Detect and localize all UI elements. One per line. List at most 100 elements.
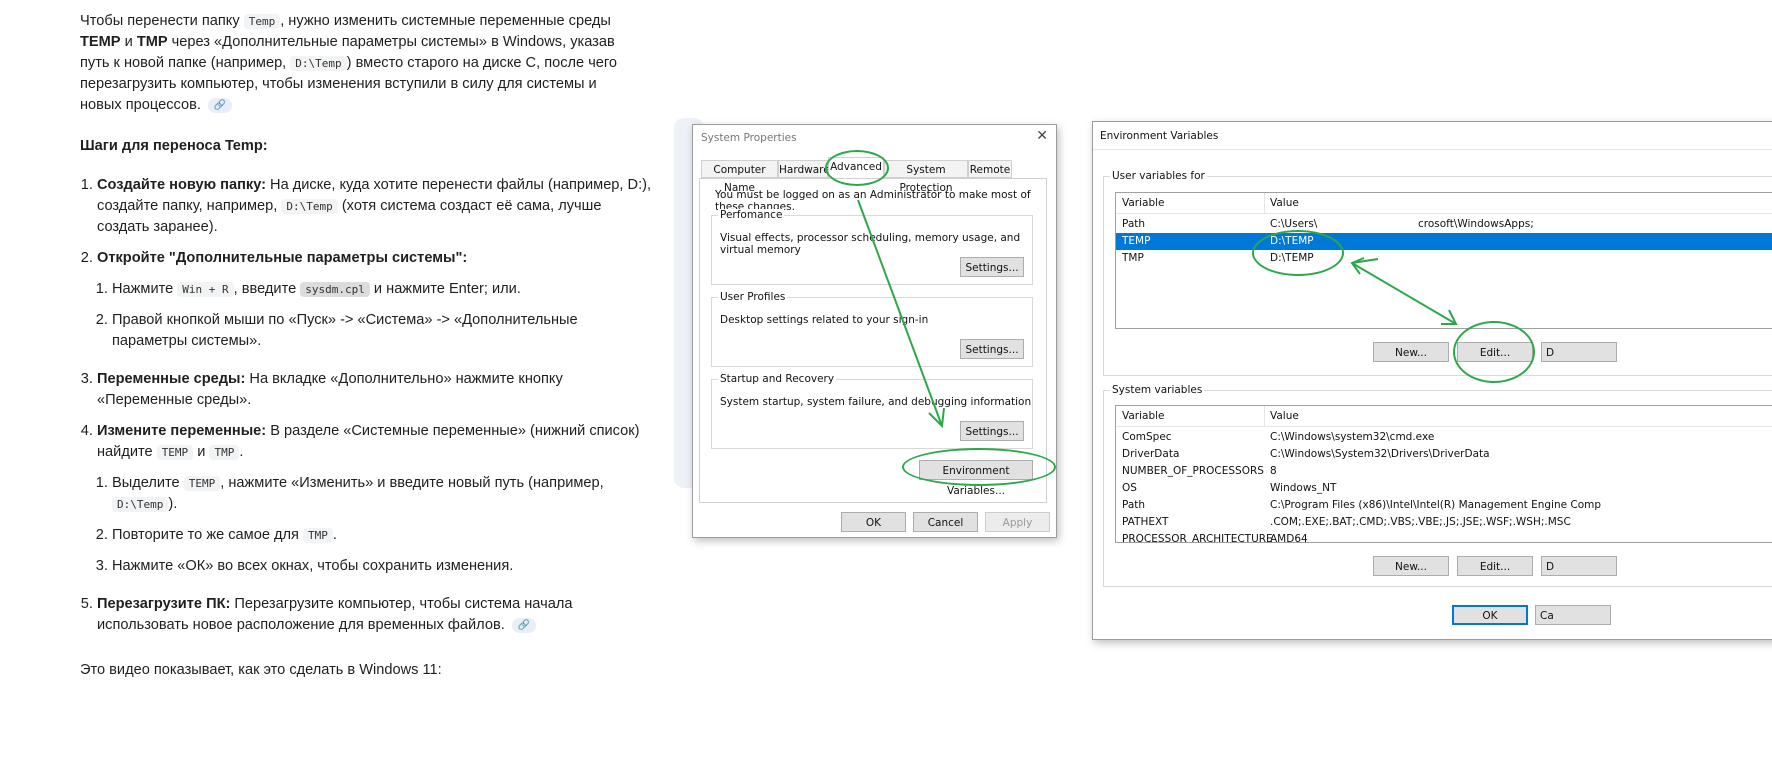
substep: Правой кнопкой мыши по «Пуск» -> «Систем… <box>112 310 652 352</box>
profiles-settings-button[interactable]: Settings... <box>960 339 1024 359</box>
group-description: Visual effects, processor scheduling, me… <box>720 232 1021 256</box>
tab-remote[interactable]: Remote <box>968 160 1012 178</box>
highlight-ellipse-advanced-tab <box>825 150 889 186</box>
dialog-title: Environment Variables <box>1100 130 1219 142</box>
bold-text: TEMP <box>80 34 121 50</box>
step-5: Перезагрузите ПК: Перезагрузите компьюте… <box>97 594 652 636</box>
var-value: crosoft\WindowsApps; <box>1418 218 1534 230</box>
inline-code: sysdm.cpl <box>300 282 370 297</box>
var-value: C:\Program Files (x86)\Intel\Intel(R) Ma… <box>1270 499 1602 511</box>
user-variables-list[interactable]: Variable Value Path C:\Users\ crosoft\Wi… <box>1115 192 1772 329</box>
ok-button[interactable]: OK <box>841 512 906 532</box>
substeps: Нажмите Win + R, введите sysdm.cpl и наж… <box>97 279 652 352</box>
step-4: Измените переменные: В разделе «Системны… <box>97 421 652 577</box>
step-text: , введите <box>233 281 301 297</box>
column-header[interactable]: Variable <box>1122 406 1165 426</box>
table-row[interactable]: NUMBER_OF_PROCESSORS 8 <box>1116 463 1772 480</box>
table-row[interactable]: OS Windows_NT <box>1116 480 1772 497</box>
tab-computer-name[interactable]: Computer Name <box>701 160 778 194</box>
table-row[interactable]: DriverData C:\Windows\System32\Drivers\Dr… <box>1116 446 1772 463</box>
inline-code: Temp <box>243 14 281 29</box>
step-text: и <box>193 444 210 460</box>
tab-system-protection[interactable]: System Protection <box>884 160 968 194</box>
var-value: Windows_NT <box>1270 482 1337 494</box>
var-name: ComSpec <box>1122 431 1172 443</box>
env-ok-button[interactable]: OK <box>1452 605 1528 625</box>
step-title: Откройте "Дополнительные параметры систе… <box>97 250 468 266</box>
user-new-button[interactable]: New... <box>1373 342 1449 362</box>
group-title: System variables <box>1110 384 1205 396</box>
step-text: Повторите то же самое для <box>112 527 303 543</box>
startup-settings-button[interactable]: Settings... <box>960 421 1024 441</box>
steps-list: Создайте новую папку: На диске, куда хот… <box>80 175 652 636</box>
close-icon[interactable]: ✕ <box>1036 128 1048 144</box>
list-header: Variable Value <box>1116 193 1772 214</box>
bold-text: TMP <box>136 34 168 50</box>
link-icon[interactable]: 🔗 <box>207 97 232 113</box>
system-delete-button[interactable]: D <box>1541 556 1617 576</box>
env-cancel-button[interactable]: Ca <box>1535 605 1611 625</box>
tab-hardware[interactable]: Hardware <box>778 160 830 178</box>
apply-button[interactable]: Apply <box>985 512 1050 532</box>
intro-paragraph: Чтобы перенести папку Temp, нужно измени… <box>80 11 640 116</box>
inline-code: TMP <box>209 445 240 460</box>
environment-variables-dialog: Environment Variables User variables for… <box>1092 121 1772 640</box>
inline-code: D:\Temp <box>290 56 347 71</box>
intro-text: Чтобы перенести папку <box>80 13 244 29</box>
column-header[interactable]: Value <box>1270 406 1299 426</box>
step-3: Переменные среды: На вкладке «Дополнител… <box>97 369 652 411</box>
table-row[interactable]: TMP D:\TEMP <box>1116 250 1772 267</box>
var-value: AMD64 <box>1270 533 1308 543</box>
system-variables-list[interactable]: Variable Value ComSpec C:\Windows\system3… <box>1115 405 1772 543</box>
table-row[interactable]: Path C:\Users\ crosoft\WindowsApps; <box>1116 216 1772 233</box>
substep: Выделите TEMP, нажмите «Изменить» и введ… <box>112 473 652 515</box>
step-title: Измените переменные: <box>97 423 267 439</box>
var-name: NUMBER_OF_PROCESSORS <box>1122 465 1264 477</box>
column-divider <box>1264 193 1265 213</box>
column-divider <box>1264 406 1265 426</box>
user-profiles-group: User Profiles Desktop settings related t… <box>711 291 1033 367</box>
user-delete-button[interactable]: D <box>1541 342 1617 362</box>
group-title: Startup and Recovery <box>718 373 837 385</box>
step-text: ). <box>168 496 178 512</box>
var-name: Path <box>1122 218 1146 230</box>
cancel-button[interactable]: Cancel <box>913 512 978 532</box>
steps-heading: Шаги для переноса Temp: <box>80 138 268 154</box>
group-description: Desktop settings related to your sign-in <box>720 314 929 326</box>
step-title: Переменные среды: <box>97 371 246 387</box>
system-edit-button[interactable]: Edit... <box>1457 556 1533 576</box>
link-icon[interactable]: 🔗 <box>511 617 536 633</box>
system-new-button[interactable]: New... <box>1373 556 1449 576</box>
performance-settings-button[interactable]: Settings... <box>960 257 1024 277</box>
highlight-ellipse-env-button <box>902 448 1056 486</box>
inline-code: Win + R <box>177 282 234 297</box>
table-row[interactable]: PATHEXT .COM;.EXE;.BAT;.CMD;.VBS;.VBE;.JS… <box>1116 514 1772 531</box>
group-description: System startup, system failure, and debu… <box>720 396 1032 408</box>
step-text: Выделите <box>112 475 184 491</box>
video-caption: Это видео показывает, как это сделать в … <box>80 662 442 678</box>
var-name: TEMP <box>1122 235 1151 247</box>
var-name: PATHEXT <box>1122 516 1169 528</box>
table-row-selected[interactable]: TEMP D:\TEMP <box>1116 233 1772 250</box>
highlight-ellipse-edit-button <box>1453 321 1535 383</box>
inline-code: TMP <box>302 528 333 543</box>
column-header[interactable]: Variable <box>1122 193 1165 213</box>
performance-group: Perfomance Visual effects, processor sch… <box>711 209 1033 285</box>
var-name: PROCESSOR_ARCHITECTURE <box>1122 533 1273 543</box>
step-text: Нажмите <box>112 281 178 297</box>
intro-text: и <box>120 34 137 50</box>
table-row[interactable]: ComSpec C:\Windows\system32\cmd.exe <box>1116 429 1772 446</box>
dialog-title: System Properties <box>701 132 797 144</box>
table-row[interactable]: Path C:\Program Files (x86)\Intel\Intel(R… <box>1116 497 1772 514</box>
step-title: Создайте новую папку: <box>97 177 266 193</box>
var-value: C:\Windows\system32\cmd.exe <box>1270 431 1435 443</box>
step-1: Создайте новую папку: На диске, куда хот… <box>97 175 652 238</box>
inline-code: TEMP <box>156 445 194 460</box>
column-header[interactable]: Value <box>1270 193 1299 213</box>
substep: Нажмите «ОК» во всех окнах, чтобы сохран… <box>112 556 652 577</box>
highlight-ellipse-temp-values <box>1252 230 1344 276</box>
table-row[interactable]: PROCESSOR_ARCHITECTURE AMD64 <box>1116 531 1772 543</box>
intro-text: , нужно изменить системные переменные ср… <box>280 13 611 29</box>
substep: Нажмите Win + R, введите sysdm.cpl и наж… <box>112 279 652 300</box>
var-value: 8 <box>1270 465 1277 477</box>
